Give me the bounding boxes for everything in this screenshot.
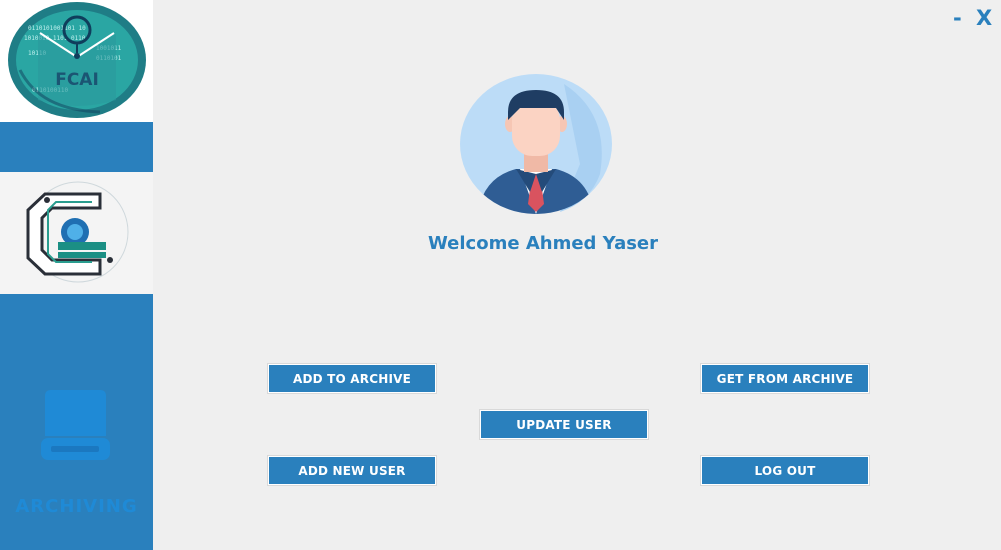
svg-text:1010010 1101 0110: 1010010 1101 0110 xyxy=(24,35,86,42)
close-button[interactable]: X xyxy=(976,6,992,30)
log-out-button[interactable]: LOG OUT xyxy=(701,456,869,485)
update-user-button[interactable]: UPDATE USER xyxy=(480,410,648,439)
fcai-logo: 0110101001101 10 1010010 1101 0110 10010… xyxy=(8,2,146,118)
faculty-logo xyxy=(26,181,129,283)
svg-text:0110101001101 10: 0110101001101 10 xyxy=(28,25,86,32)
archiving-label: ARCHIVING xyxy=(15,496,138,517)
fcai-logo-panel: 0110101001101 10 1010010 1101 0110 10010… xyxy=(0,0,153,122)
minimize-button[interactable]: - xyxy=(953,6,962,30)
add-to-archive-button[interactable]: ADD TO ARCHIVE xyxy=(268,364,436,393)
get-from-archive-button[interactable]: GET FROM ARCHIVE xyxy=(701,364,869,393)
sidebar: 0110101001101 10 1010010 1101 0110 10010… xyxy=(0,0,153,550)
faculty-logo-panel xyxy=(0,172,153,294)
add-new-user-button[interactable]: ADD NEW USER xyxy=(268,456,436,485)
user-avatar-icon xyxy=(460,74,612,214)
archive-drive-icon xyxy=(41,390,110,460)
welcome-message: Welcome Ahmed Yaser xyxy=(427,233,659,254)
fcai-logo-text: FCAI xyxy=(55,70,99,90)
